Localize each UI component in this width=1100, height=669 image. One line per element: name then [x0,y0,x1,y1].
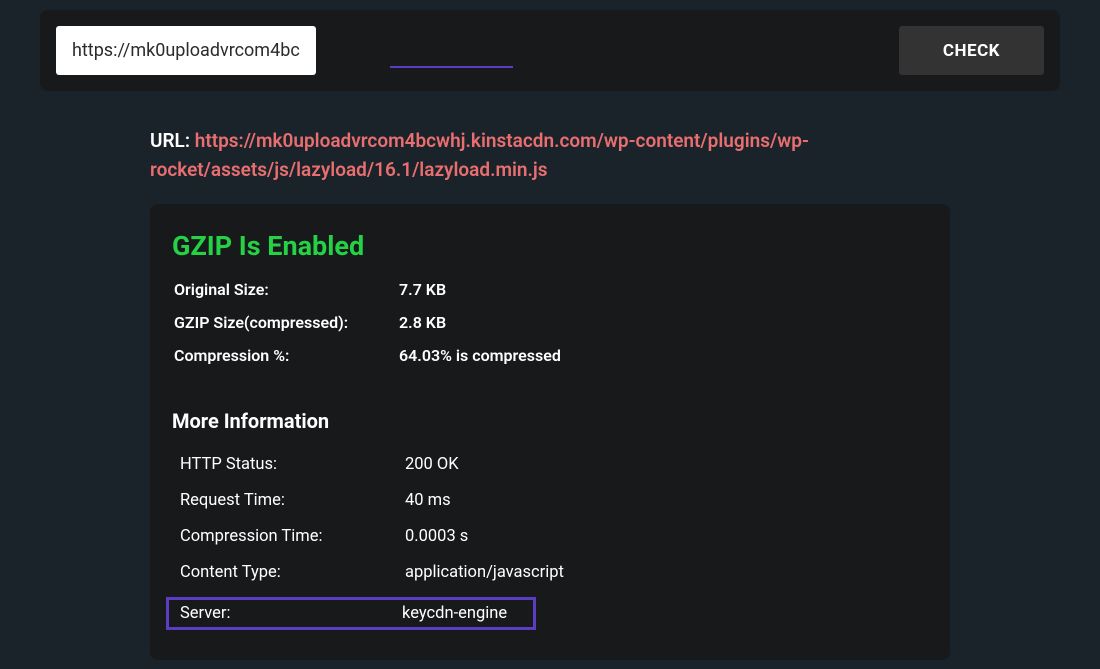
gzip-status: GZIP Is Enabled [172,230,928,262]
detail-label: Server: [180,604,402,623]
result-panel: GZIP Is Enabled Original Size: 7.7 KB GZ… [150,204,950,660]
summary-value: 2.8 KB [399,313,928,332]
url-label: URL: [150,129,195,152]
summary-row: GZIP Size(compressed): 2.8 KB [172,313,928,332]
url-input-wrapper [56,26,889,75]
highlight-underline [390,66,513,68]
url-input[interactable] [56,26,316,75]
detail-label: Compression Time: [180,527,405,546]
detail-label: HTTP Status: [180,455,405,474]
detail-row: Content Type: application/javascript [172,561,928,584]
detail-value: 40 ms [405,491,922,510]
detail-label: Content Type: [180,563,405,582]
url-result-line: URL: https://mk0uploadvrcom4bcwhj.kinsta… [150,127,950,184]
detail-label: Request Time: [180,491,405,510]
content-area: URL: https://mk0uploadvrcom4bcwhj.kinsta… [40,91,1060,660]
summary-value: 7.7 KB [399,280,928,299]
summary-row: Original Size: 7.7 KB [172,280,928,299]
summary-value: 64.03% is compressed [399,346,928,365]
detail-value: application/javascript [405,563,922,582]
summary-row: Compression %: 64.03% is compressed [172,346,928,365]
detail-row: Compression Time: 0.0003 s [172,525,928,548]
detail-row: Request Time: 40 ms [172,489,928,512]
url-value: https://mk0uploadvrcom4bcwhj.kinstacdn.c… [150,129,809,181]
more-info-header: More Information [172,409,928,433]
detail-row-highlighted: Server: keycdn-engine [166,597,536,630]
search-bar: CHECK [40,10,1060,91]
summary-label: Original Size: [174,280,399,299]
check-button[interactable]: CHECK [899,26,1044,75]
summary-label: Compression %: [174,346,399,365]
detail-value: 200 OK [405,455,922,474]
detail-row: HTTP Status: 200 OK [172,453,928,476]
detail-value: 0.0003 s [405,527,922,546]
detail-value: keycdn-engine [402,604,527,623]
summary-label: GZIP Size(compressed): [174,313,399,332]
